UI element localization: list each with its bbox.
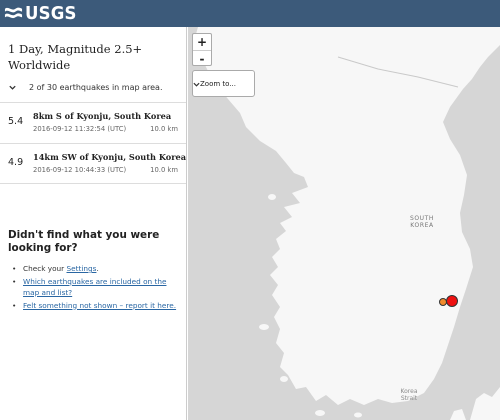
list-summary-text: 2 of 30 earthquakes in map area. [29,82,163,92]
which-earthquakes-link[interactable]: Which earthquakes are included on the ma… [23,277,166,298]
earthquake-depth: 10.0 km [150,166,178,174]
zoom-to-select[interactable]: Zoom to... [192,70,255,97]
report-felt-link[interactable]: Felt something not shown – report it her… [23,301,176,310]
chevron-down-icon [193,82,200,87]
earthquake-time: 2016-09-12 10:44:33 (UTC) [33,166,127,174]
settings-link[interactable]: Settings [67,264,97,273]
usgs-wave-icon [4,7,23,19]
earthquake-marker-5.4[interactable] [446,295,458,307]
list-summary[interactable]: 2 of 30 earthquakes in map area. [8,80,163,94]
country-label-line2: KOREA [410,222,434,229]
help-item-settings: Check your Settings. [8,263,180,275]
earthquake-magnitude: 4.9 [8,157,24,168]
help-item-prefix: Check your [23,264,67,273]
site-header: USGS [0,0,500,27]
strait-label-line1: Korea [400,388,418,395]
earthquake-place: 8km S of Kyonju, South Korea [33,111,172,121]
earthquake-item[interactable]: 4.9 14km SW of Kyonju, South Korea 2016-… [0,143,186,184]
logo-text: USGS [25,3,77,24]
earthquake-place: 14km SW of Kyonju, South Korea [33,152,187,162]
list-title: 1 Day, Magnitude 2.5+ Worldwide [8,42,143,72]
earthquake-depth: 10.0 km [150,125,178,133]
zoom-in-button[interactable]: + [193,34,211,50]
map-view[interactable]: + - Zoom to... SOUTH KOREA Korea Strait [188,27,500,420]
earthquake-item[interactable]: 5.4 8km S of Kyonju, South Korea 2016-09… [0,102,186,143]
earthquake-list-panel: 1 Day, Magnitude 2.5+ Worldwide 2 of 30 … [0,27,187,420]
help-item-included: Which earthquakes are included on the ma… [8,276,180,299]
help-section: Didn't find what you were looking for? C… [8,229,180,312]
strait-label-line2: Strait [400,395,418,402]
country-label-line1: SOUTH [409,215,435,222]
help-item-suffix: . [96,264,99,273]
help-item-report: Felt something not shown – report it her… [8,300,180,312]
earthquake-time: 2016-09-12 11:32:54 (UTC) [33,125,127,133]
zoom-out-button[interactable]: - [193,50,211,66]
strait-label: Korea Strait [394,388,424,402]
help-list: Check your Settings. Which earthquakes a… [8,263,180,311]
zoom-to-label: Zoom to... [200,79,236,88]
earthquake-list: 5.4 8km S of Kyonju, South Korea 2016-09… [0,102,186,184]
help-title: Didn't find what you were looking for? [8,229,160,254]
chevron-down-icon [9,85,16,90]
usgs-logo[interactable]: USGS [4,3,81,24]
earthquake-magnitude: 5.4 [8,116,24,127]
country-label: SOUTH KOREA [405,215,439,229]
zoom-control: + - [192,33,212,66]
